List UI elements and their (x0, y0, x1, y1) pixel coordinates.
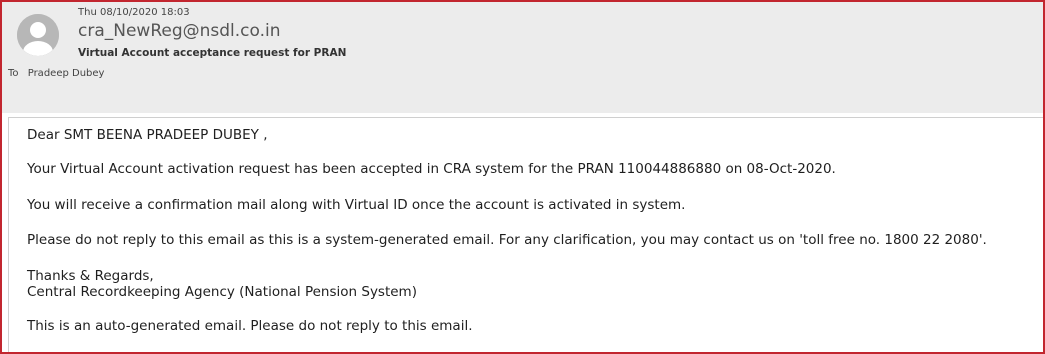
body-paragraph-1: Your Virtual Account activation request … (27, 161, 836, 177)
footer-note: This is an auto-generated email. Please … (27, 318, 473, 334)
email-body: Dear SMT BEENA PRADEEP DUBEY , Your Virt… (8, 117, 1043, 352)
body-paragraph-2: You will receive a confirmation mail alo… (27, 197, 686, 213)
body-paragraph-3: Please do not reply to this email as thi… (27, 232, 987, 248)
email-header: Thu 08/10/2020 18:03 cra_NewReg@nsdl.co.… (2, 2, 1043, 113)
recipient-name[interactable]: Pradeep Dubey (28, 68, 105, 79)
sender-avatar[interactable] (17, 14, 59, 56)
email-subject: Virtual Account acceptance request for P… (78, 47, 347, 59)
signoff-text: Thanks & Regards, (27, 268, 154, 284)
organization-text: Central Recordkeeping Agency (National P… (27, 284, 417, 300)
email-date: Thu 08/10/2020 18:03 (78, 7, 190, 18)
to-label: To (8, 68, 19, 79)
recipient-line: To Pradeep Dubey (8, 68, 104, 79)
greeting-text: Dear SMT BEENA PRADEEP DUBEY , (27, 127, 268, 143)
email-window: Thu 08/10/2020 18:03 cra_NewReg@nsdl.co.… (0, 0, 1045, 354)
person-icon (17, 14, 59, 56)
sender-address[interactable]: cra_NewReg@nsdl.co.in (78, 21, 281, 41)
